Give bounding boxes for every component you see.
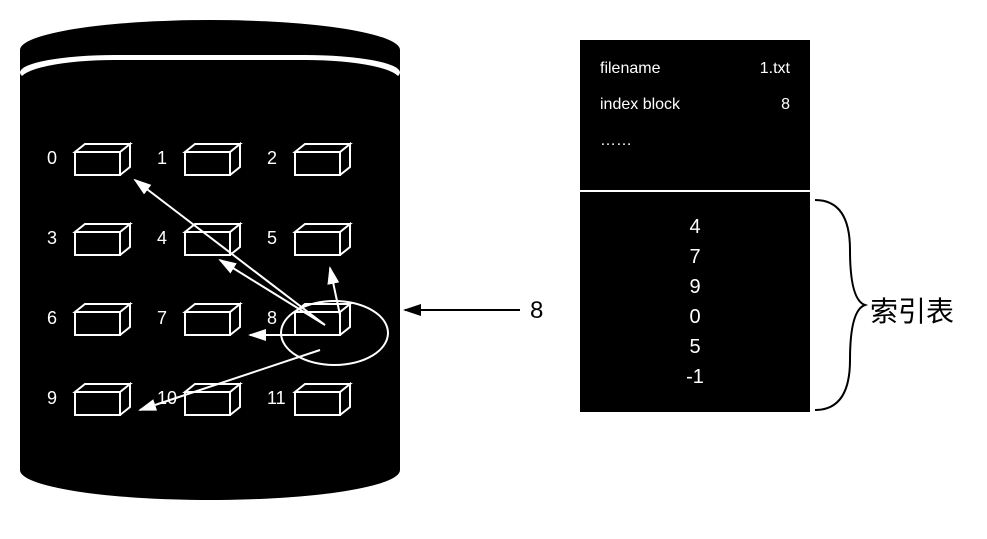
block-cube-icon <box>70 140 125 168</box>
block-cube-icon <box>70 380 125 408</box>
disk-block-4: 4 <box>160 210 270 290</box>
file-info-panel: filename 1.txt index block 8 …… 4 7 9 0 … <box>580 40 810 412</box>
brace-icon <box>810 195 870 415</box>
index-table-label: 索引表 <box>870 290 954 330</box>
block-label: 3 <box>47 228 57 249</box>
block-label: 2 <box>267 148 277 169</box>
block-cube-icon <box>290 380 345 408</box>
block-cube-icon <box>290 300 345 328</box>
disk-cylinder: 0 1 2 3 4 <box>20 20 400 500</box>
block-cube-icon <box>70 220 125 248</box>
disk-block-9: 9 <box>50 370 160 450</box>
index-value: 5 <box>580 332 810 362</box>
block-cube-icon <box>290 140 345 168</box>
filename-value: 1.txt <box>760 60 790 78</box>
block-label: 6 <box>47 308 57 329</box>
block-label: 8 <box>267 308 277 329</box>
index-table-section: 4 7 9 0 5 -1 <box>580 192 810 412</box>
index-value: 0 <box>580 302 810 332</box>
disk-block-1: 1 <box>160 130 270 210</box>
disk-block-0: 0 <box>50 130 160 210</box>
block-label: 10 <box>157 388 177 409</box>
index-value: -1 <box>580 362 810 392</box>
block-cube-icon <box>70 300 125 328</box>
block-cube-icon <box>290 220 345 248</box>
block-label: 1 <box>157 148 167 169</box>
block-cube-icon <box>180 140 235 168</box>
disk-block-5: 5 <box>270 210 380 290</box>
disk-block-2: 2 <box>270 130 380 210</box>
block-label: 5 <box>267 228 277 249</box>
index-value: 9 <box>580 272 810 302</box>
disk-block-11: 11 <box>270 370 380 450</box>
block-cube-icon <box>180 220 235 248</box>
disk-block-10: 10 <box>160 370 270 450</box>
disk-block-8: 8 <box>270 290 380 370</box>
pointer-label: 8 <box>530 297 543 325</box>
index-value: 7 <box>580 242 810 272</box>
disk-block-6: 6 <box>50 290 160 370</box>
index-block-value: 8 <box>781 96 790 114</box>
block-label: 4 <box>157 228 167 249</box>
block-label: 11 <box>267 388 286 409</box>
block-label: 0 <box>47 148 57 169</box>
file-metadata-section: filename 1.txt index block 8 …… <box>580 40 810 192</box>
pointer-arrow-icon <box>395 295 525 325</box>
block-label: 9 <box>47 388 57 409</box>
ellipsis: …… <box>600 132 790 150</box>
block-cube-icon <box>180 380 235 408</box>
block-label: 7 <box>157 308 167 329</box>
filename-key: filename <box>600 60 660 78</box>
disk-block-3: 3 <box>50 210 160 290</box>
index-block-key: index block <box>600 96 680 114</box>
disk-blocks-grid: 0 1 2 3 4 <box>50 130 380 450</box>
index-value: 4 <box>580 212 810 242</box>
block-cube-icon <box>180 300 235 328</box>
disk-block-7: 7 <box>160 290 270 370</box>
